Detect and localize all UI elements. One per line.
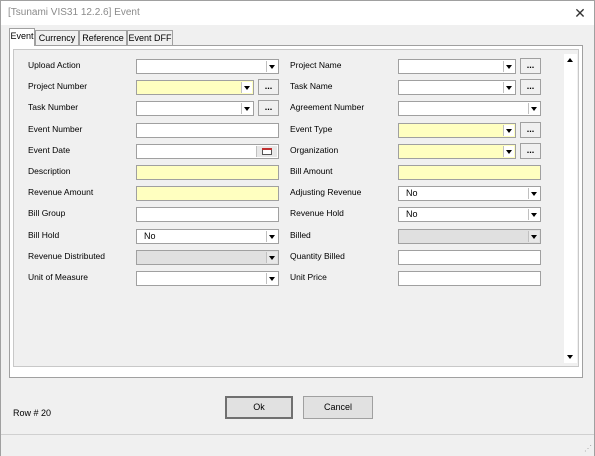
- bill-hold-label: Bill Hold: [28, 230, 60, 240]
- resize-grip-icon[interactable]: ⋰: [582, 444, 592, 454]
- chevron-down-icon: [528, 231, 539, 242]
- revenue-distributed-dropdown: [136, 250, 279, 265]
- chevron-down-icon[interactable]: [528, 209, 539, 220]
- adjusting-revenue-label: Adjusting Revenue: [290, 187, 362, 197]
- chevron-down-icon[interactable]: [266, 61, 277, 72]
- project-number-label: Project Number: [28, 81, 88, 91]
- unit-of-measure-label: Unit of Measure: [28, 272, 88, 282]
- chevron-down-icon[interactable]: [266, 273, 277, 284]
- chevron-down-icon[interactable]: [266, 231, 277, 242]
- task-name-label: Task Name: [290, 81, 333, 91]
- adjusting-revenue-value: No: [406, 188, 418, 198]
- billed-dropdown: [398, 229, 541, 244]
- chevron-down-icon[interactable]: [503, 125, 514, 136]
- revenue-hold-label: Revenue Hold: [290, 208, 344, 218]
- chevron-down-icon[interactable]: [241, 103, 252, 114]
- vertical-scrollbar[interactable]: [564, 54, 577, 363]
- project-number-dropdown[interactable]: [136, 80, 254, 95]
- chevron-down-icon[interactable]: [241, 82, 252, 93]
- organization-lookup-button[interactable]: ...: [520, 143, 541, 159]
- chevron-down-icon[interactable]: [503, 61, 514, 72]
- agreement-number-label: Agreement Number: [290, 102, 365, 112]
- project-name-lookup-button[interactable]: ...: [520, 58, 541, 74]
- upload-action-dropdown[interactable]: [136, 59, 279, 74]
- agreement-number-dropdown[interactable]: [398, 101, 541, 116]
- task-name-lookup-button[interactable]: ...: [520, 79, 541, 95]
- project-name-dropdown[interactable]: [398, 59, 516, 74]
- bill-amount-field[interactable]: [398, 165, 541, 180]
- event-number-field[interactable]: [136, 123, 279, 138]
- bill-hold-value: No: [144, 231, 156, 241]
- task-number-lookup-button[interactable]: ...: [258, 100, 279, 116]
- window-title: [Tsunami VIS31 12.2.6] Event: [8, 7, 140, 18]
- close-icon[interactable]: ✕: [570, 4, 590, 22]
- tab-event[interactable]: Event: [9, 28, 35, 46]
- task-name-dropdown[interactable]: [398, 80, 516, 95]
- scroll-down-icon[interactable]: [564, 351, 577, 363]
- quantity-billed-label: Quantity Billed: [290, 251, 345, 261]
- bill-hold-dropdown[interactable]: No: [136, 229, 279, 244]
- event-dialog: [Tsunami VIS31 12.2.6] Event ✕ Event Cur…: [0, 0, 595, 456]
- revenue-distributed-label: Revenue Distributed: [28, 251, 106, 261]
- tab-event-dff[interactable]: Event DFF: [127, 30, 173, 45]
- chevron-down-icon[interactable]: [528, 103, 539, 114]
- tab-currency[interactable]: Currency: [35, 30, 79, 45]
- bill-group-label: Bill Group: [28, 208, 66, 218]
- chevron-down-icon[interactable]: [503, 82, 514, 93]
- revenue-hold-value: No: [406, 209, 418, 219]
- chevron-down-icon: [266, 252, 277, 263]
- unit-price-label: Unit Price: [290, 272, 327, 282]
- bill-group-field[interactable]: [136, 207, 279, 222]
- revenue-amount-field[interactable]: [136, 186, 279, 201]
- status-bar: ⋰: [1, 434, 594, 456]
- chevron-down-icon[interactable]: [528, 188, 539, 199]
- task-number-label: Task Number: [28, 102, 79, 112]
- project-number-lookup-button[interactable]: ...: [258, 79, 279, 95]
- adjusting-revenue-dropdown[interactable]: No: [398, 186, 541, 201]
- ok-button[interactable]: Ok: [225, 396, 293, 419]
- revenue-amount-label: Revenue Amount: [28, 187, 94, 197]
- revenue-hold-dropdown[interactable]: No: [398, 207, 541, 222]
- organization-label: Organization: [290, 145, 339, 155]
- task-number-dropdown[interactable]: [136, 101, 254, 116]
- event-type-label: Event Type: [290, 124, 333, 134]
- unit-price-field[interactable]: [398, 271, 541, 286]
- tab-reference[interactable]: Reference: [79, 30, 127, 45]
- event-type-lookup-button[interactable]: ...: [520, 122, 541, 138]
- project-name-label: Project Name: [290, 60, 342, 70]
- title-bar: [Tsunami VIS31 12.2.6] Event ✕: [1, 1, 594, 25]
- unit-of-measure-dropdown[interactable]: [136, 271, 279, 286]
- scroll-up-icon[interactable]: [564, 54, 577, 66]
- event-date-date-field[interactable]: [136, 144, 279, 159]
- event-type-dropdown[interactable]: [398, 123, 516, 138]
- event-date-label: Event Date: [28, 145, 71, 155]
- organization-dropdown[interactable]: [398, 144, 516, 159]
- description-label: Description: [28, 166, 71, 176]
- billed-label: Billed: [290, 230, 311, 240]
- bill-amount-label: Bill Amount: [290, 166, 333, 176]
- quantity-billed-field[interactable]: [398, 250, 541, 265]
- cancel-button[interactable]: Cancel: [303, 396, 373, 419]
- calendar-icon[interactable]: [256, 146, 277, 157]
- description-field[interactable]: [136, 165, 279, 180]
- chevron-down-icon[interactable]: [503, 146, 514, 157]
- row-counter: Row # 20: [13, 408, 52, 418]
- upload-action-label: Upload Action: [28, 60, 81, 70]
- event-number-label: Event Number: [28, 124, 83, 134]
